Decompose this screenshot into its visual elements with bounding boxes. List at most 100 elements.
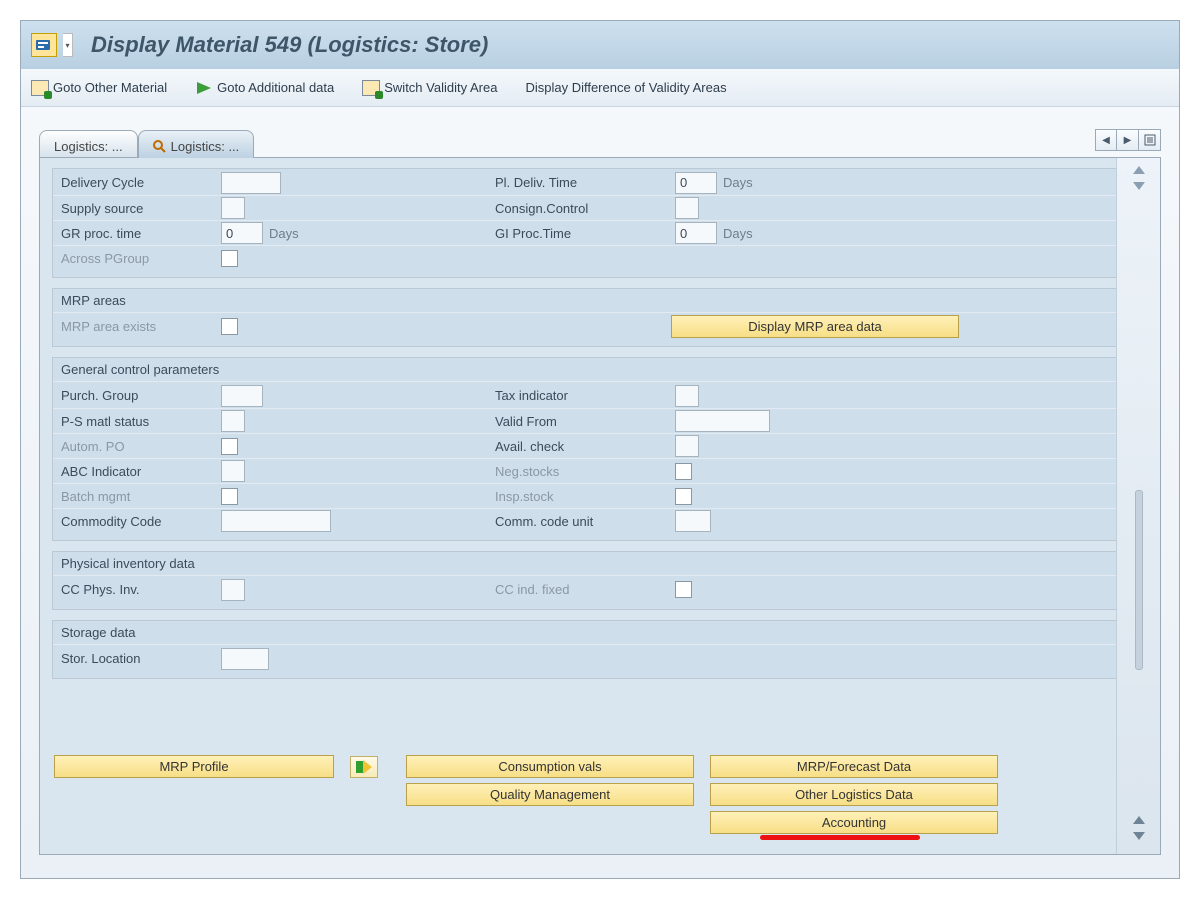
- tax-indicator-label: Tax indicator: [495, 388, 675, 403]
- accounting-button[interactable]: Accounting: [710, 811, 998, 834]
- cc-ind-fixed-checkbox[interactable]: [675, 581, 692, 598]
- document-switch-icon: [362, 80, 380, 96]
- mrp-areas-group: MRP areas MRP area exists Display MRP ar…: [52, 288, 1148, 347]
- scroll-down-icon[interactable]: [1133, 832, 1145, 840]
- purch-group-label: Purch. Group: [61, 388, 221, 403]
- title-menu-dropdown-icon[interactable]: ▾: [63, 33, 73, 57]
- toolbar: Goto Other Material Goto Additional data…: [21, 69, 1179, 107]
- tab-scroll-left-button[interactable]: ◀: [1095, 129, 1117, 151]
- neg-stocks-label: Neg.stocks: [495, 464, 675, 479]
- scroll-down-icon[interactable]: [1133, 182, 1145, 190]
- general-control-group: General control parameters Purch. Group …: [52, 357, 1148, 541]
- title-bar: ▾ Display Material 549 (Logistics: Store…: [21, 21, 1179, 69]
- gr-proc-time-unit: Days: [269, 226, 299, 241]
- tab-logistics-2[interactable]: Logistics: ...: [138, 130, 255, 158]
- tab-scroll-controls: ◀ ▶: [1095, 129, 1161, 151]
- purch-group-input[interactable]: [221, 385, 263, 407]
- display-mrp-area-button[interactable]: Display MRP area data: [671, 315, 959, 338]
- ps-matl-status-label: P-S matl status: [61, 414, 221, 429]
- ps-matl-status-input[interactable]: [221, 410, 245, 432]
- other-logistics-button[interactable]: Other Logistics Data: [710, 783, 998, 806]
- display-difference-button[interactable]: Display Difference of Validity Areas: [525, 80, 726, 95]
- autom-po-label: Autom. PO: [61, 439, 221, 454]
- cc-phys-inv-label: CC Phys. Inv.: [61, 582, 221, 597]
- delivery-group: Delivery Cycle Pl. Deliv. Time Days Supp…: [52, 168, 1148, 278]
- tab-list-button[interactable]: [1139, 129, 1161, 151]
- stor-location-label: Stor. Location: [61, 651, 221, 666]
- abc-indicator-input[interactable]: [221, 460, 245, 482]
- supply-source-input[interactable]: [221, 197, 245, 219]
- physical-inventory-title: Physical inventory data: [53, 552, 1147, 576]
- mrp-area-exists-checkbox[interactable]: [221, 318, 238, 335]
- goto-other-material-label: Goto Other Material: [53, 80, 167, 95]
- quality-management-button[interactable]: Quality Management: [406, 783, 694, 806]
- panel-scroll-rail: [1116, 158, 1160, 854]
- scroll-up-icon[interactable]: [1133, 816, 1145, 824]
- general-control-title: General control parameters: [53, 358, 1147, 382]
- delivery-cycle-label: Delivery Cycle: [61, 175, 221, 190]
- across-pgroup-checkbox[interactable]: [221, 250, 238, 267]
- tab-panel: Delivery Cycle Pl. Deliv. Time Days Supp…: [39, 157, 1161, 855]
- pl-deliv-time-input[interactable]: [675, 172, 717, 194]
- app-icon: [31, 33, 57, 57]
- scroll-up-icon[interactable]: [1133, 166, 1145, 174]
- gi-proc-time-input[interactable]: [675, 222, 717, 244]
- mrp-profile-label: MRP Profile: [159, 759, 228, 774]
- valid-from-input[interactable]: [675, 410, 770, 432]
- mrp-forecast-button[interactable]: MRP/Forecast Data: [710, 755, 998, 778]
- gr-proc-time-label: GR proc. time: [61, 226, 221, 241]
- supply-source-label: Supply source: [61, 201, 221, 216]
- arrow-right-icon: [195, 80, 213, 96]
- avail-check-label: Avail. check: [495, 439, 675, 454]
- consign-control-input[interactable]: [675, 197, 699, 219]
- quality-management-label: Quality Management: [490, 787, 610, 802]
- accounting-label: Accounting: [822, 815, 886, 830]
- avail-check-input[interactable]: [675, 435, 699, 457]
- consumption-vals-button[interactable]: Consumption vals: [406, 755, 694, 778]
- other-logistics-label: Other Logistics Data: [795, 787, 913, 802]
- tab-logistics-1[interactable]: Logistics: ...: [39, 130, 138, 158]
- neg-stocks-checkbox[interactable]: [675, 463, 692, 480]
- magnifier-icon: [153, 140, 167, 154]
- mrp-forecast-label: MRP/Forecast Data: [797, 759, 911, 774]
- mrp-profile-button[interactable]: MRP Profile: [54, 755, 334, 778]
- autom-po-checkbox[interactable]: [221, 438, 238, 455]
- pl-deliv-time-label: Pl. Deliv. Time: [495, 175, 675, 190]
- mrp-areas-title: MRP areas: [53, 289, 1147, 313]
- batch-mgmt-checkbox[interactable]: [221, 488, 238, 505]
- cc-ind-fixed-label: CC ind. fixed: [495, 582, 675, 597]
- tab-strip-area: Logistics: ... Logistics: ... ◀ ▶ Deliv: [21, 107, 1179, 855]
- display-mrp-area-label: Display MRP area data: [748, 319, 881, 334]
- physical-inventory-group: Physical inventory data CC Phys. Inv. CC…: [52, 551, 1148, 610]
- goto-additional-data-button[interactable]: Goto Additional data: [195, 80, 334, 96]
- page-title: Display Material 549 (Logistics: Store): [91, 32, 488, 58]
- commodity-code-label: Commodity Code: [61, 514, 221, 529]
- arrow-exit-icon: [355, 759, 373, 775]
- insp-stock-checkbox[interactable]: [675, 488, 692, 505]
- mrp-area-exists-label: MRP area exists: [61, 319, 221, 334]
- gr-proc-time-input[interactable]: [221, 222, 263, 244]
- batch-mgmt-label: Batch mgmt: [61, 489, 221, 504]
- valid-from-label: Valid From: [495, 414, 675, 429]
- cc-phys-inv-input[interactable]: [221, 579, 245, 601]
- goto-other-material-button[interactable]: Goto Other Material: [31, 80, 167, 96]
- bottom-button-grid: MRP Profile Consumption vals MRP/Forecas…: [54, 755, 964, 834]
- switch-validity-area-button[interactable]: Switch Validity Area: [362, 80, 497, 96]
- highlight-underline: [760, 835, 920, 840]
- tab-label: Logistics: ...: [54, 139, 123, 154]
- comm-code-unit-input[interactable]: [675, 510, 711, 532]
- tab-scroll-right-button[interactable]: ▶: [1117, 129, 1139, 151]
- document-switch-icon: [31, 80, 49, 96]
- display-difference-label: Display Difference of Validity Areas: [525, 80, 726, 95]
- comm-code-unit-label: Comm. code unit: [495, 514, 675, 529]
- navigate-next-button[interactable]: [350, 756, 378, 778]
- stor-location-input[interactable]: [221, 648, 269, 670]
- tax-indicator-input[interactable]: [675, 385, 699, 407]
- commodity-code-input[interactable]: [221, 510, 331, 532]
- abc-indicator-label: ABC Indicator: [61, 464, 221, 479]
- scroll-thumb[interactable]: [1135, 490, 1143, 670]
- insp-stock-label: Insp.stock: [495, 489, 675, 504]
- delivery-cycle-input[interactable]: [221, 172, 281, 194]
- storage-data-group: Storage data Stor. Location: [52, 620, 1148, 679]
- tab-label: Logistics: ...: [171, 139, 240, 154]
